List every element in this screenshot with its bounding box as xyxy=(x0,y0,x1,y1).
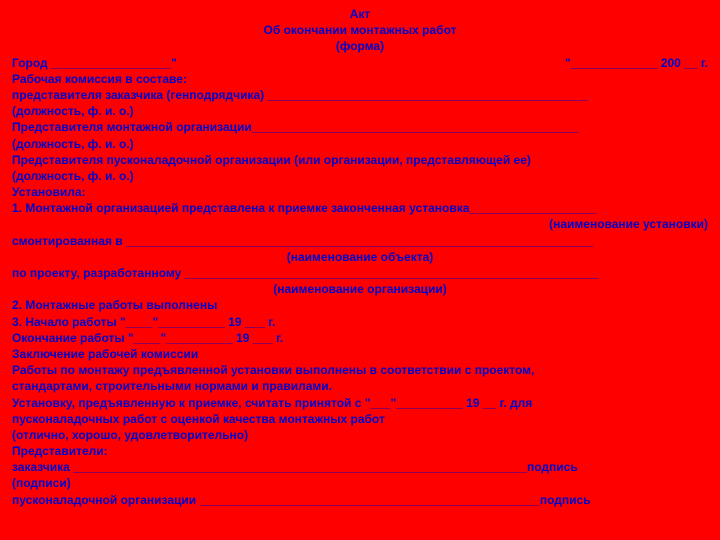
l13: по проекту, разработанному _____________… xyxy=(12,265,708,281)
l9: 1. Монтажной организацией представлена к… xyxy=(12,200,708,216)
document-page: Акт Об окончании монтажных работ (форма)… xyxy=(0,0,720,508)
l1: Рабочая комиссия в составе: xyxy=(12,71,708,87)
l24: Представители: xyxy=(12,443,708,459)
title-2: Об окончании монтажных работ xyxy=(12,22,708,38)
l4: Представителя монтажной организации_____… xyxy=(12,119,708,135)
l21: Установку, предъявленную к приемке, счит… xyxy=(12,395,708,411)
date-field: "_____________ 200 __ г. xyxy=(565,55,708,71)
l15: 2. Монтажные работы выполнены xyxy=(12,297,708,313)
l12: (наименование объекта) xyxy=(12,249,708,265)
row-city-date: Город __________________" "_____________… xyxy=(12,55,708,71)
l26: (подписи) xyxy=(12,475,708,491)
l18: Заключение рабочей комиссии xyxy=(12,346,708,362)
l16: 3. Начало работы "____"__________ 19 ___… xyxy=(12,314,708,330)
city-field: Город __________________" xyxy=(12,55,177,71)
l22: пусконаладочных работ с оценкой качества… xyxy=(12,411,708,427)
l17: Окончание работы "____"__________ 19 ___… xyxy=(12,330,708,346)
l20: стандартами, строительными нормами и пра… xyxy=(12,378,708,394)
l10: (наименование установки) xyxy=(12,216,708,232)
l23: (отлично, хорошо, удовлетворительно) xyxy=(12,427,708,443)
l27: пусконаладочной организации ____________… xyxy=(12,492,708,508)
l19: Работы по монтажу предъявленной установк… xyxy=(12,362,708,378)
title-3: (форма) xyxy=(12,38,708,54)
l7: (должность, ф. и. о.) xyxy=(12,168,708,184)
l25: заказчика ______________________________… xyxy=(12,459,708,475)
l14: (наименование организации) xyxy=(12,281,708,297)
title-1: Акт xyxy=(12,6,708,22)
l2: представителя заказчика (генподрядчика) … xyxy=(12,87,708,103)
l11: смонтированная в _______________________… xyxy=(12,233,708,249)
l6: Представителя пусконаладочной организаци… xyxy=(12,152,708,168)
l8: Установила: xyxy=(12,184,708,200)
l3: (должность, ф. и. о.) xyxy=(12,103,708,119)
l5: (должность, ф. и. о.) xyxy=(12,136,708,152)
